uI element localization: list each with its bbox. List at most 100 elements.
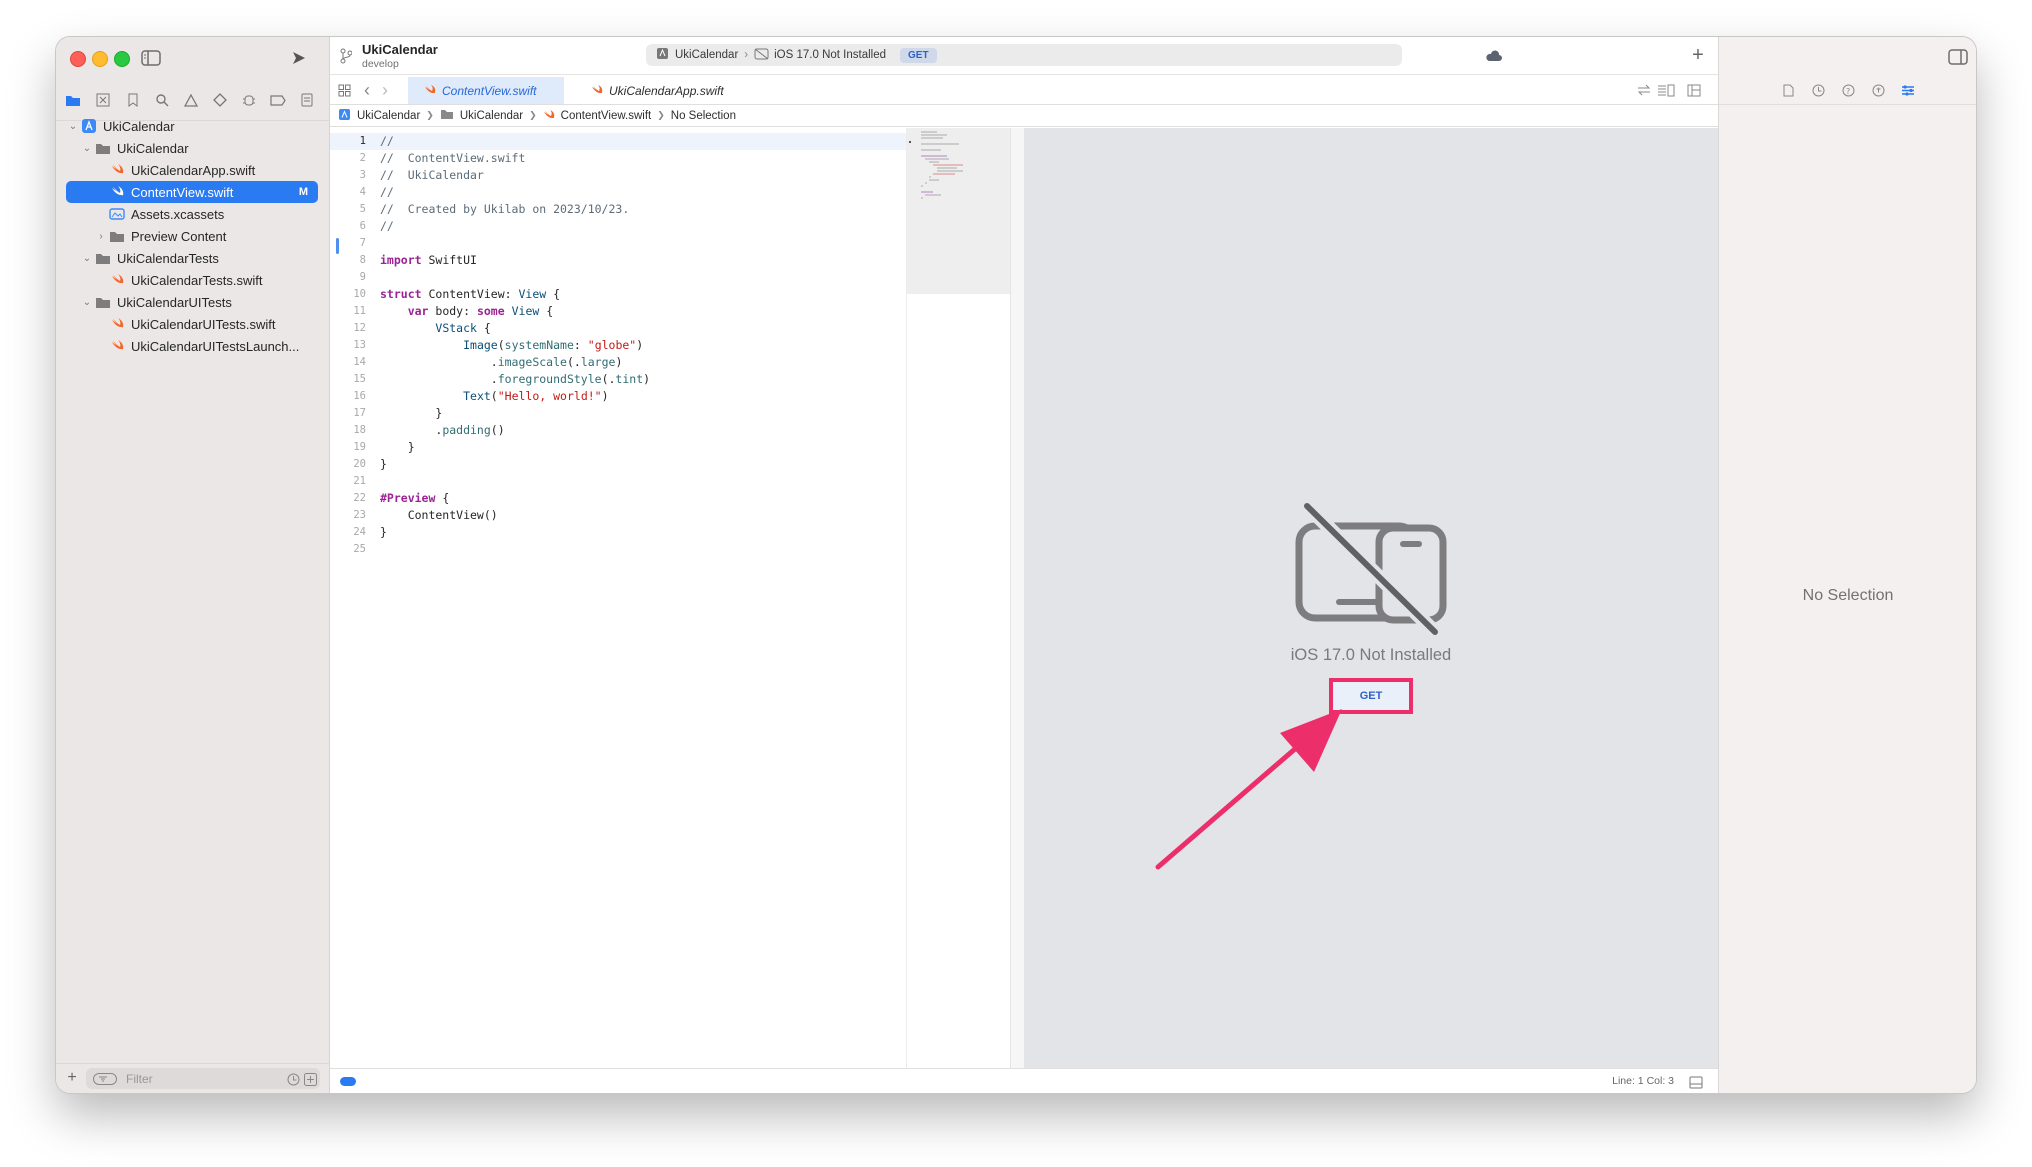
line-number: 24: [353, 526, 366, 538]
run-icon[interactable]: [288, 48, 310, 68]
folder-icon: [108, 228, 126, 244]
recent-files-icon[interactable]: [286, 1072, 300, 1086]
split-editor-icon[interactable]: [1686, 82, 1702, 98]
swift-file-icon: [108, 184, 126, 200]
tab-uki-calendar-app[interactable]: UkiCalendarApp.swift: [575, 77, 745, 104]
code-editor[interactable]: 1 2 3 4 5 6 7 8 9 10 11 12 13 14 15 16 17 18 19 20 21 22 23 24 2…: [330, 128, 906, 1068]
tree-row-label: UkiCalendarUITests: [117, 294, 232, 310]
preview-divider[interactable]: [1010, 128, 1024, 1068]
jump-bar-item[interactable]: No Selection: [671, 110, 736, 122]
source-control-navigator-icon[interactable]: [94, 91, 112, 109]
line-number: 17: [353, 407, 366, 419]
line-number: 2: [359, 152, 366, 164]
chevron-down-icon[interactable]: ⌄: [80, 297, 94, 308]
tree-row-folder[interactable]: › Preview Content: [66, 225, 318, 247]
code-line[interactable]: VStack {: [380, 320, 490, 337]
debug-navigator-icon[interactable]: [240, 91, 258, 109]
forward-icon[interactable]: ›: [378, 80, 392, 100]
attributes-inspector-icon[interactable]: [1901, 83, 1915, 97]
no-selection-label: No Selection: [1802, 587, 1894, 604]
code-line[interactable]: }: [380, 405, 442, 422]
report-navigator-icon[interactable]: [298, 91, 316, 109]
filter-options-icon[interactable]: [92, 1073, 118, 1085]
close-window-button[interactable]: [70, 51, 86, 67]
project-navigator-icon[interactable]: [64, 91, 82, 109]
code-line[interactable]: #Preview {: [380, 490, 449, 507]
code-line[interactable]: .imageScale(.large): [380, 354, 623, 371]
breakpoint-navigator-icon[interactable]: [269, 91, 287, 109]
code-line[interactable]: }: [380, 439, 415, 456]
minimap-viewport[interactable]: [907, 128, 1011, 294]
cloud-status-icon[interactable]: [1484, 47, 1504, 65]
line-number: 23: [353, 509, 366, 521]
tree-row-project[interactable]: ⌄ UkiCalendar: [66, 115, 318, 137]
filter-input[interactable]: Filter: [86, 1068, 320, 1089]
jump-bar-item[interactable]: UkiCalendar: [357, 110, 420, 122]
tree-row-folder[interactable]: ⌄ UkiCalendarTests: [66, 247, 318, 269]
chevron-right-icon[interactable]: ›: [94, 231, 108, 242]
issue-navigator-icon[interactable]: [182, 91, 200, 109]
branch-name[interactable]: develop: [362, 58, 399, 70]
tree-row-folder[interactable]: ⌄ UkiCalendarUITests: [66, 291, 318, 313]
file-inspector-icon[interactable]: [1781, 83, 1795, 97]
line-number: 18: [353, 424, 366, 436]
inspector-toggle-icon[interactable]: [1947, 48, 1969, 66]
add-icon[interactable]: +: [64, 1069, 80, 1086]
history-inspector-icon[interactable]: [1811, 83, 1825, 97]
tree-row-file[interactable]: UkiCalendarUITestsLaunch...: [66, 335, 318, 357]
chevron-down-icon[interactable]: ⌄: [80, 143, 94, 154]
chevron-down-icon[interactable]: ⌄: [66, 121, 80, 132]
debug-area-indicator-icon[interactable]: [340, 1076, 356, 1086]
code-line[interactable]: // ContentView.swift: [380, 150, 525, 167]
code-line[interactable]: }: [380, 456, 387, 473]
minimize-window-button[interactable]: [92, 51, 108, 67]
accessibility-inspector-icon[interactable]: [1871, 83, 1885, 97]
line-number: 19: [353, 441, 366, 453]
code-line[interactable]: //: [380, 218, 394, 235]
jump-bar-item[interactable]: ContentView.swift: [561, 110, 652, 122]
tab-label: ContentView.swift: [442, 83, 537, 98]
add-icon[interactable]: +: [1688, 44, 1708, 66]
tree-row-folder[interactable]: ⌄ UkiCalendar: [66, 137, 318, 159]
minimap[interactable]: [906, 128, 1011, 1068]
zoom-window-button[interactable]: [114, 51, 130, 67]
code-line[interactable]: }: [380, 524, 387, 541]
code-line[interactable]: Text("Hello, world!"): [380, 388, 608, 405]
code-line[interactable]: import SwiftUI: [380, 252, 477, 269]
code-line[interactable]: var body: some View {: [380, 303, 553, 320]
tab-content-view[interactable]: ContentView.swift: [408, 77, 564, 104]
navigator-sidebar: ⌄ UkiCalendar ⌄ UkiCalendar UkiCalendarA…: [56, 37, 330, 1093]
scheme-destination-bar[interactable]: UkiCalendar › iOS 17.0 Not Installed GET: [646, 44, 1402, 66]
grid-icon[interactable]: [336, 82, 352, 98]
help-inspector-icon[interactable]: ?: [1841, 83, 1855, 97]
chevron-down-icon[interactable]: ⌄: [80, 253, 94, 264]
tree-row-file[interactable]: Assets.xcassets: [66, 203, 318, 225]
back-icon[interactable]: ‹: [360, 80, 374, 100]
code-line[interactable]: Image(systemName: "globe"): [380, 337, 643, 354]
get-platform-button[interactable]: GET: [900, 47, 937, 63]
code-line[interactable]: // UkiCalendar: [380, 167, 484, 184]
sidebar-toggle-icon[interactable]: [140, 48, 162, 68]
code-line[interactable]: //: [380, 133, 394, 150]
tree-row-file[interactable]: UkiCalendarTests.swift: [66, 269, 318, 291]
toggle-debug-area-icon[interactable]: [1688, 1074, 1704, 1090]
code-line[interactable]: ContentView(): [380, 507, 498, 524]
find-navigator-icon[interactable]: [153, 91, 171, 109]
code-line[interactable]: .padding(): [380, 422, 504, 439]
swap-icon[interactable]: [1636, 82, 1652, 98]
code-line[interactable]: struct ContentView: View {: [380, 286, 560, 303]
test-navigator-icon[interactable]: [211, 91, 229, 109]
code-line[interactable]: .foregroundStyle(.tint): [380, 371, 650, 388]
scheme-target[interactable]: UkiCalendar: [675, 49, 738, 61]
editor-status-bar: Line: 1 Col: 3: [330, 1068, 1718, 1093]
tree-row-file[interactable]: UkiCalendarUITests.swift: [66, 313, 318, 335]
tree-row-file[interactable]: UkiCalendarApp.swift: [66, 159, 318, 181]
bookmark-navigator-icon[interactable]: [124, 91, 142, 109]
code-line[interactable]: // Created by Ukilab on 2023/10/23.: [380, 201, 629, 218]
tree-row-file-selected[interactable]: ContentView.swift M: [66, 181, 318, 203]
editor-options-icon[interactable]: [1656, 82, 1676, 98]
scheme-destination[interactable]: iOS 17.0 Not Installed: [774, 49, 886, 61]
code-line[interactable]: //: [380, 184, 394, 201]
source-control-filter-icon[interactable]: [303, 1072, 317, 1086]
jump-bar-item[interactable]: UkiCalendar: [460, 110, 523, 122]
